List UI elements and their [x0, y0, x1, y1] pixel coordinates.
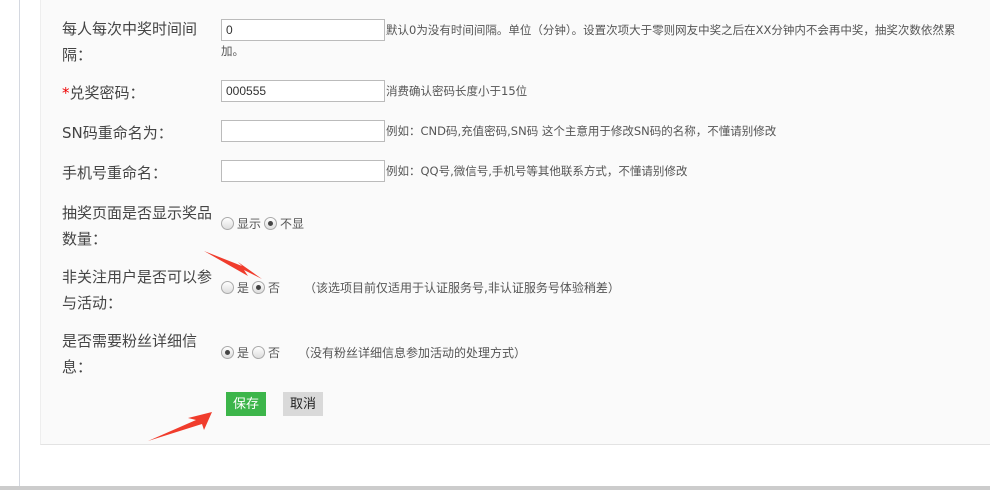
- arrow-icon: [148, 412, 212, 441]
- arrow-icon: [204, 251, 262, 279]
- annotation-arrows: [148, 251, 262, 441]
